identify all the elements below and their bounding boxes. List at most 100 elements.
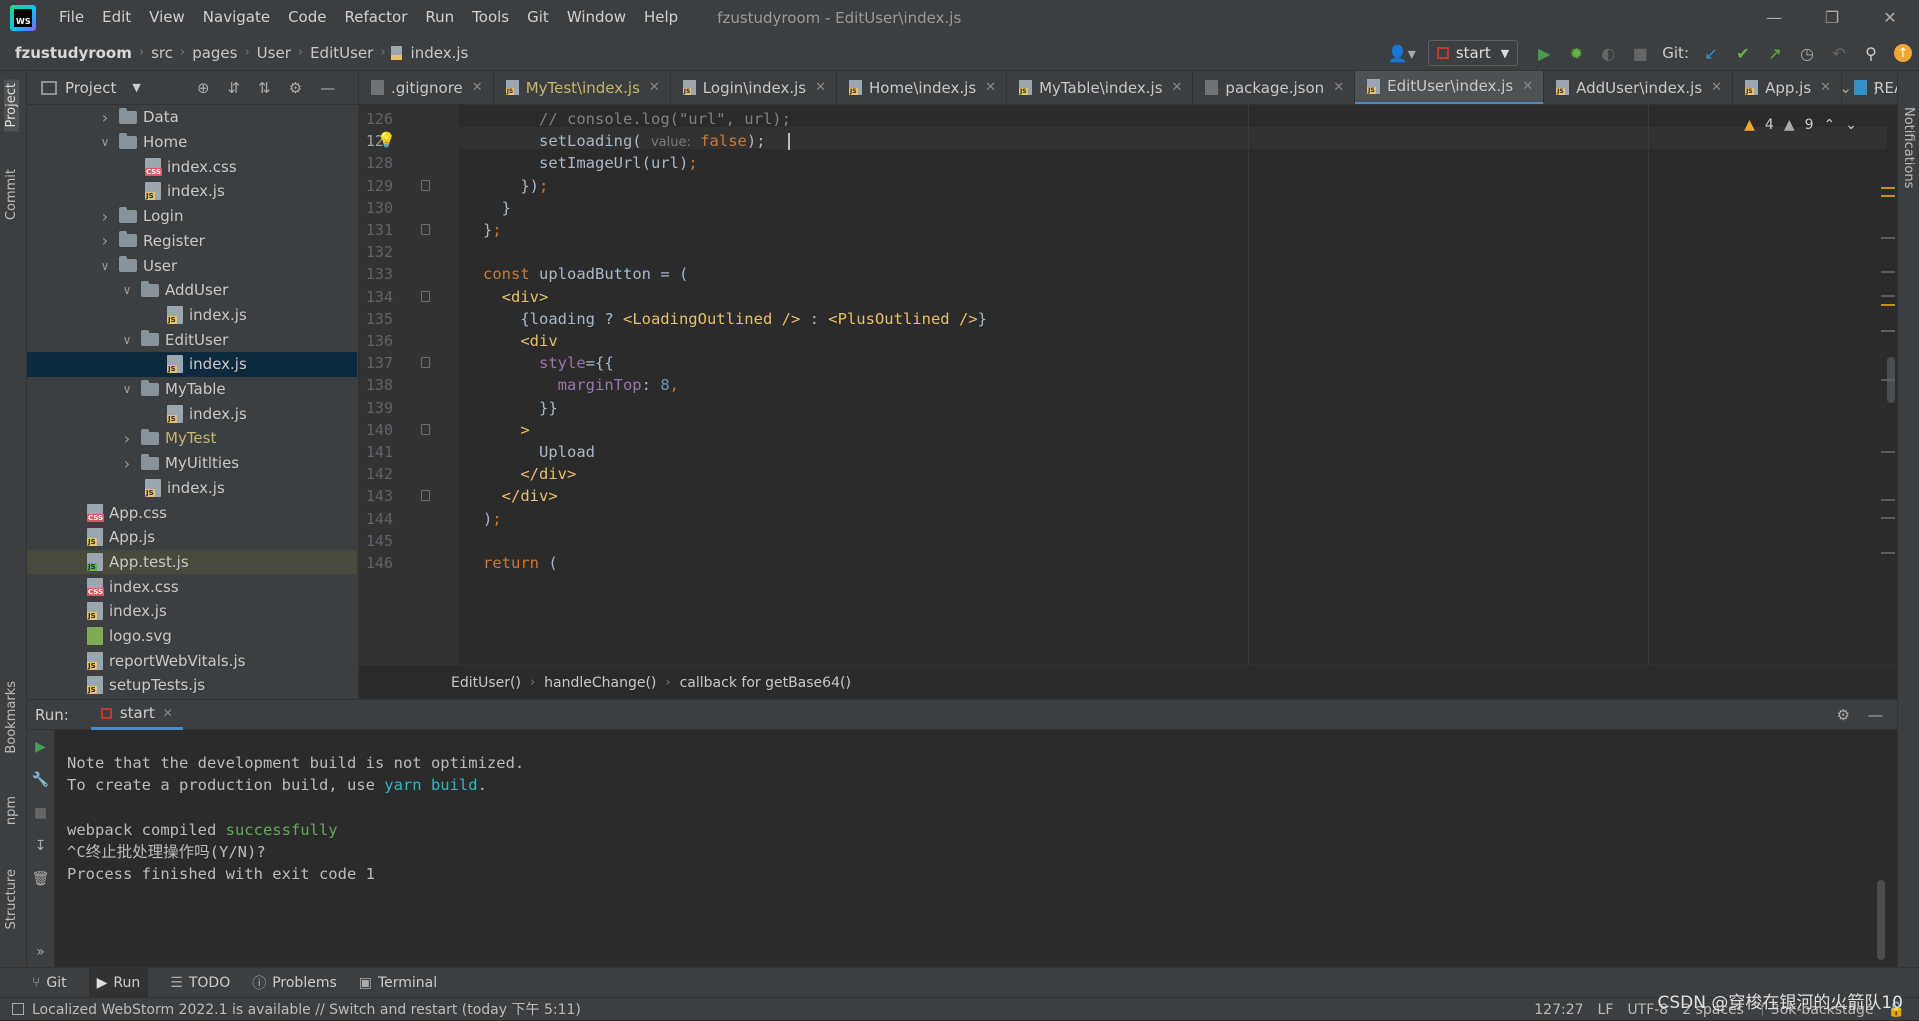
gear-icon[interactable]: ⚙ bbox=[289, 79, 302, 97]
tree-item[interactable]: › Data bbox=[27, 105, 357, 130]
fold-marker-icon[interactable] bbox=[421, 179, 430, 191]
breadcrumb-item[interactable]: pages bbox=[188, 44, 241, 62]
git-update-icon[interactable]: ↙ bbox=[1695, 35, 1727, 71]
bottom-tab-run[interactable]: ▶ Run bbox=[88, 967, 149, 998]
tree-item[interactable]: JS App.js bbox=[27, 525, 357, 550]
project-panel-title[interactable]: Project bbox=[65, 79, 116, 97]
menu-refactor[interactable]: Refactor bbox=[335, 0, 416, 35]
more-icon[interactable]: ⋮ bbox=[1868, 79, 1883, 97]
minimize-icon[interactable]: — bbox=[1745, 0, 1803, 35]
editor-tab[interactable]: JS AddUser\index.js ✕ bbox=[1544, 71, 1734, 104]
menu-code[interactable]: Code bbox=[279, 0, 335, 35]
history-icon[interactable]: ◷ bbox=[1791, 35, 1823, 71]
stripe-mark[interactable] bbox=[1881, 304, 1895, 306]
status-panel-icon[interactable] bbox=[12, 1003, 24, 1015]
rerun-icon[interactable]: ▶ bbox=[27, 730, 54, 763]
git-push-icon[interactable]: ↗ bbox=[1759, 35, 1791, 71]
intention-bulb-icon[interactable]: 💡 bbox=[377, 131, 396, 149]
run-icon[interactable]: ▶ bbox=[1528, 35, 1560, 71]
menu-edit[interactable]: Edit bbox=[93, 0, 140, 35]
update-icon[interactable]: ↑ bbox=[1887, 35, 1919, 71]
chevron-up-icon[interactable]: ⌃ bbox=[1824, 117, 1836, 133]
tree-item[interactable]: › Login bbox=[27, 204, 357, 229]
stop-icon[interactable]: ■ bbox=[1624, 35, 1656, 71]
chevron-down-icon[interactable]: ∨ bbox=[119, 382, 135, 396]
chevron-down-icon[interactable]: ⌄ bbox=[1845, 117, 1857, 133]
chevron-down-icon[interactable]: ∨ bbox=[97, 259, 113, 273]
tree-item[interactable]: JS index.js bbox=[27, 179, 357, 204]
chevron-right-icon[interactable]: › bbox=[119, 429, 135, 448]
chevron-down-icon[interactable]: ∨ bbox=[97, 135, 113, 149]
tree-item[interactable]: CSS index.css bbox=[27, 574, 357, 599]
tree-item[interactable]: CSS App.css bbox=[27, 500, 357, 525]
code-breadcrumb-item[interactable]: EditUser() bbox=[451, 675, 521, 691]
tree-item[interactable]: JS index.js bbox=[27, 303, 357, 328]
close-icon[interactable]: ✕ bbox=[1820, 80, 1831, 95]
chevron-right-icon[interactable]: › bbox=[119, 454, 135, 473]
breadcrumb-item[interactable]: EditUser bbox=[306, 44, 377, 62]
more-icon[interactable]: » bbox=[27, 935, 54, 968]
bottom-tab-problems[interactable]: ⓘ Problems bbox=[252, 973, 337, 993]
close-icon[interactable]: ✕ bbox=[1172, 80, 1183, 95]
close-icon[interactable]: ✕ bbox=[163, 706, 173, 720]
menu-help[interactable]: Help bbox=[635, 0, 687, 35]
wrench-icon[interactable]: 🔧 bbox=[27, 763, 54, 796]
user-icon[interactable]: 👤▾ bbox=[1386, 35, 1418, 71]
status-message[interactable]: Localized WebStorm 2022.1 is available /… bbox=[32, 999, 581, 1019]
stop-icon[interactable]: ■ bbox=[27, 796, 54, 829]
editor-tab[interactable]: JS App.js ✕ bbox=[1733, 71, 1843, 104]
close-icon[interactable]: ✕ bbox=[815, 80, 826, 95]
tree-item[interactable]: JS App.test.js bbox=[27, 549, 357, 575]
stripe-mark[interactable] bbox=[1881, 451, 1895, 453]
fold-marker-icon[interactable] bbox=[421, 224, 430, 235]
tree-item[interactable]: ∨ EditUser bbox=[27, 327, 357, 352]
rollback-icon[interactable]: ↶ bbox=[1823, 35, 1855, 71]
inspection-widget[interactable]: ▲ 4 ▲ 9 ⌃ ⌄ bbox=[1744, 117, 1857, 133]
menu-tools[interactable]: Tools bbox=[463, 0, 518, 35]
tree-item[interactable]: logo.svg bbox=[27, 624, 357, 649]
stripe-mark[interactable] bbox=[1881, 552, 1895, 554]
tree-item[interactable]: ∨ MyTable bbox=[27, 377, 357, 402]
console-scrollbar[interactable] bbox=[1877, 880, 1885, 960]
close-icon[interactable]: ✕ bbox=[1522, 79, 1533, 94]
hide-icon[interactable]: — bbox=[1868, 706, 1883, 724]
breadcrumb-item[interactable]: index.js bbox=[407, 44, 473, 62]
fold-marker-icon[interactable] bbox=[421, 490, 430, 502]
close-icon[interactable]: ✕ bbox=[1861, 0, 1919, 35]
collapse-all-icon[interactable]: ⇅ bbox=[258, 79, 271, 97]
project-tool-tab[interactable]: Project bbox=[4, 79, 19, 132]
gear-icon[interactable]: ⚙ bbox=[1837, 706, 1850, 724]
menu-window[interactable]: Window bbox=[558, 0, 635, 35]
fold-marker-icon[interactable] bbox=[421, 290, 430, 302]
editor-tab[interactable]: JS MyTest\index.js ✕ bbox=[494, 71, 671, 104]
tree-item[interactable]: › MyUitlties bbox=[27, 451, 357, 476]
structure-tool-tab[interactable]: Structure bbox=[4, 869, 19, 929]
close-icon[interactable]: ✕ bbox=[985, 80, 996, 95]
expand-all-icon[interactable]: ⇵ bbox=[228, 79, 241, 97]
fold-marker-icon[interactable] bbox=[421, 357, 430, 369]
close-icon[interactable]: ✕ bbox=[1711, 80, 1722, 95]
menu-git[interactable]: Git bbox=[518, 0, 558, 35]
tree-item[interactable]: ∨ AddUser bbox=[27, 278, 357, 303]
chevron-down-icon[interactable]: ⌄ bbox=[1839, 79, 1852, 97]
search-icon[interactable]: ⚲ bbox=[1855, 35, 1887, 71]
stripe-mark[interactable] bbox=[1881, 237, 1895, 239]
bottom-tab-todo[interactable]: ☰ TODO bbox=[170, 975, 230, 991]
tree-item[interactable]: ∨ Home bbox=[27, 130, 357, 155]
coverage-icon[interactable]: ◐ bbox=[1592, 35, 1624, 71]
stripe-mark[interactable] bbox=[1881, 517, 1895, 519]
menu-run[interactable]: Run bbox=[416, 0, 463, 35]
tree-item[interactable]: JS index.js bbox=[27, 599, 357, 624]
chevron-right-icon[interactable]: › bbox=[97, 108, 113, 127]
editor-tab[interactable]: package.json ✕ bbox=[1193, 71, 1356, 104]
restore-icon[interactable]: ❐ bbox=[1803, 0, 1861, 35]
menu-file[interactable]: File bbox=[50, 0, 93, 35]
commit-tool-tab[interactable]: Commit bbox=[4, 169, 19, 220]
stripe-mark[interactable] bbox=[1881, 499, 1895, 501]
locate-icon[interactable]: ⊕ bbox=[197, 79, 210, 97]
tree-item[interactable]: ∨ User bbox=[27, 253, 357, 278]
stripe-mark[interactable] bbox=[1881, 295, 1895, 297]
editor-tab[interactable]: JS Login\index.js ✕ bbox=[671, 71, 838, 104]
breadcrumb-item[interactable]: src bbox=[147, 44, 177, 62]
tree-item[interactable]: JS index.js bbox=[27, 401, 357, 426]
